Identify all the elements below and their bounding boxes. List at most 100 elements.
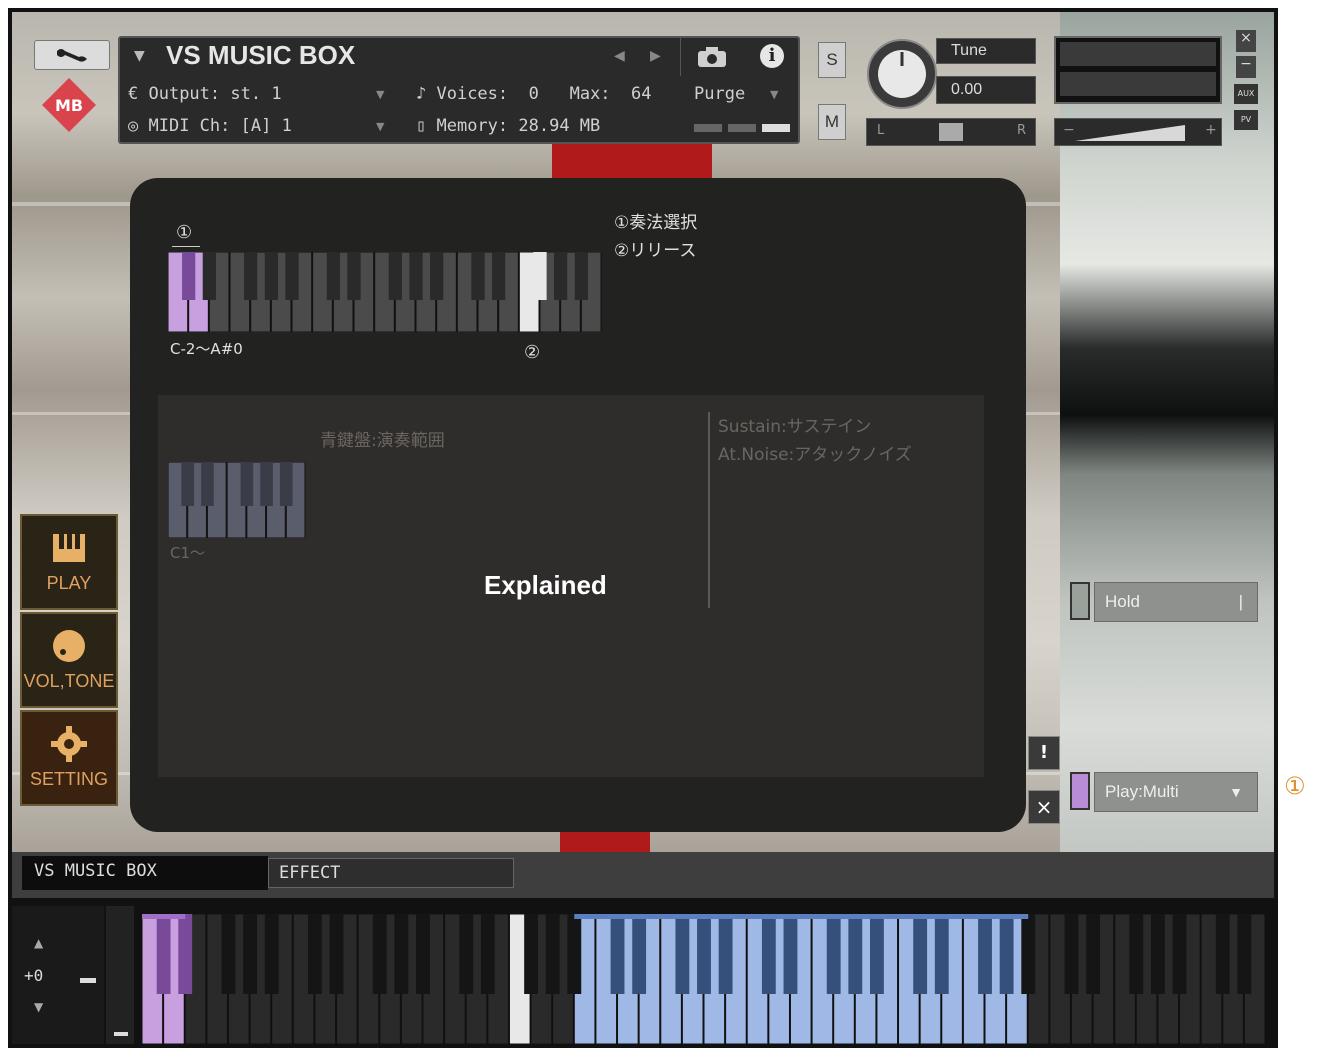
black-key <box>388 252 402 300</box>
wrench-icon <box>57 49 87 62</box>
range-start-label: C1～ <box>170 544 206 562</box>
black-key <box>394 914 409 994</box>
black-key <box>533 252 547 300</box>
hold-button[interactable]: Hold | <box>1094 582 1258 622</box>
annotation-marker: ① <box>1284 772 1306 800</box>
voices-readout: ♪ Voices: 0 Max: 64 <box>416 84 652 104</box>
next-instrument-icon[interactable]: ▶ <box>650 48 661 64</box>
pv-button[interactable]: PV <box>1234 110 1258 130</box>
midi-dropdown-icon[interactable]: ▼ <box>376 120 384 133</box>
mute-button[interactable]: M <box>818 104 846 140</box>
black-key <box>934 914 949 994</box>
setting-tab-label: SETTING <box>29 769 108 789</box>
black-key <box>471 252 485 300</box>
setting-tab[interactable]: SETTING <box>20 710 118 806</box>
black-key <box>221 914 236 994</box>
black-key <box>783 914 798 994</box>
play-mode-dropdown[interactable]: Play:Multi ▼ <box>1094 772 1258 812</box>
alert-button[interactable]: ! <box>1028 736 1060 770</box>
marker-1: ① <box>176 222 193 243</box>
black-key <box>1237 914 1252 994</box>
black-key <box>285 252 299 300</box>
black-key <box>308 914 322 994</box>
minimize-icon[interactable]: − <box>1236 56 1256 78</box>
pan-right-label: R <box>1017 123 1027 138</box>
octave-control: ▲ +0 ▼ <box>12 906 104 1044</box>
black-key <box>545 914 560 994</box>
tune-label: Tune <box>936 38 1036 64</box>
memory-icon: ▯ <box>416 116 437 136</box>
black-key <box>260 462 273 506</box>
play-mode-color <box>1070 772 1090 810</box>
voltone-tab[interactable]: VOL,TONE <box>20 612 118 708</box>
range-marker-strip <box>574 914 1029 919</box>
black-key <box>697 914 711 994</box>
voltone-tab-label: VOL,TONE <box>23 671 115 691</box>
svg-text:MB: MB <box>55 96 83 115</box>
black-key <box>675 914 690 994</box>
tune-knob[interactable] <box>866 38 938 110</box>
black-key <box>848 914 863 994</box>
sustain-description: Sustain:サステイン <box>718 417 872 437</box>
black-key <box>178 914 193 994</box>
volume-slider[interactable]: − + <box>1054 118 1222 146</box>
output-selector[interactable]: € Output: st. 1 <box>128 84 282 104</box>
black-key <box>761 914 776 994</box>
black-key <box>416 914 430 994</box>
black-key <box>181 462 195 506</box>
black-key <box>870 914 884 994</box>
purge-bar-3 <box>762 124 790 132</box>
explained-label: Explained <box>484 570 607 600</box>
black-key <box>978 914 992 994</box>
solo-button[interactable]: S <box>818 42 846 78</box>
black-key <box>1064 914 1079 994</box>
dropdown-arrow-icon: ▼ <box>1229 784 1243 800</box>
output-icon: € <box>128 84 149 104</box>
pan-handle[interactable] <box>939 123 963 141</box>
play-tab[interactable]: PLAY <box>20 514 118 610</box>
black-key <box>182 252 196 300</box>
black-key <box>264 252 278 300</box>
pitch-indicator <box>80 978 96 983</box>
marker-2: ② <box>524 342 541 363</box>
mb-logo: MB <box>40 76 98 134</box>
tune-value[interactable]: 0.00 <box>936 76 1036 104</box>
wrench-button[interactable] <box>34 40 110 70</box>
marker-1-underline <box>172 246 200 247</box>
prev-instrument-icon[interactable]: ◀ <box>614 48 625 64</box>
octave-up-icon[interactable]: ▲ <box>34 936 43 950</box>
info-icon[interactable]: i <box>760 44 784 68</box>
instrument-header: ▼ VS MUSIC BOX ◀ ▶ i € Output: st. 1 ▼ ♪… <box>118 36 800 144</box>
midi-channel-selector[interactable]: ◎ MIDI Ch: [A] 1 <box>128 116 292 136</box>
output-dropdown-icon[interactable]: ▼ <box>376 88 384 101</box>
black-key <box>1129 914 1144 994</box>
black-key <box>279 462 293 506</box>
legend-line-1: ①奏法選択 <box>614 213 698 233</box>
purge-dropdown-icon[interactable]: ▼ <box>770 88 778 101</box>
memory-readout: ▯ Memory: 28.94 MB <box>416 116 601 136</box>
tab-instrument[interactable]: VS MUSIC BOX <box>22 856 268 890</box>
black-key <box>244 252 258 300</box>
black-key <box>1021 914 1036 994</box>
collapse-arrow-icon[interactable]: ▼ <box>134 48 145 64</box>
aux-button[interactable]: AUX <box>1234 84 1258 104</box>
camera-icon[interactable] <box>696 46 728 68</box>
black-key <box>554 252 568 300</box>
black-key <box>430 252 444 300</box>
octave-down-icon[interactable]: ▼ <box>34 1000 43 1014</box>
knob-icon <box>53 630 85 662</box>
hold-checkbox[interactable] <box>1070 582 1090 620</box>
keyswitch-range-label: C-2～A#0 <box>170 340 243 358</box>
close-panel-button[interactable]: × <box>1028 790 1060 824</box>
purge-menu[interactable]: Purge <box>694 84 745 104</box>
black-key <box>480 914 495 994</box>
mod-wheel[interactable] <box>106 906 134 1044</box>
purge-bar-2 <box>728 124 756 132</box>
black-key <box>574 252 588 300</box>
instrument-name[interactable]: VS MUSIC BOX <box>166 40 355 71</box>
main-keyboard[interactable] <box>141 913 1266 1045</box>
close-instrument-icon[interactable]: × <box>1236 30 1256 52</box>
tab-effect[interactable]: EFFECT <box>268 858 514 888</box>
pan-slider[interactable]: L R <box>866 118 1036 146</box>
gear-icon <box>51 726 87 762</box>
